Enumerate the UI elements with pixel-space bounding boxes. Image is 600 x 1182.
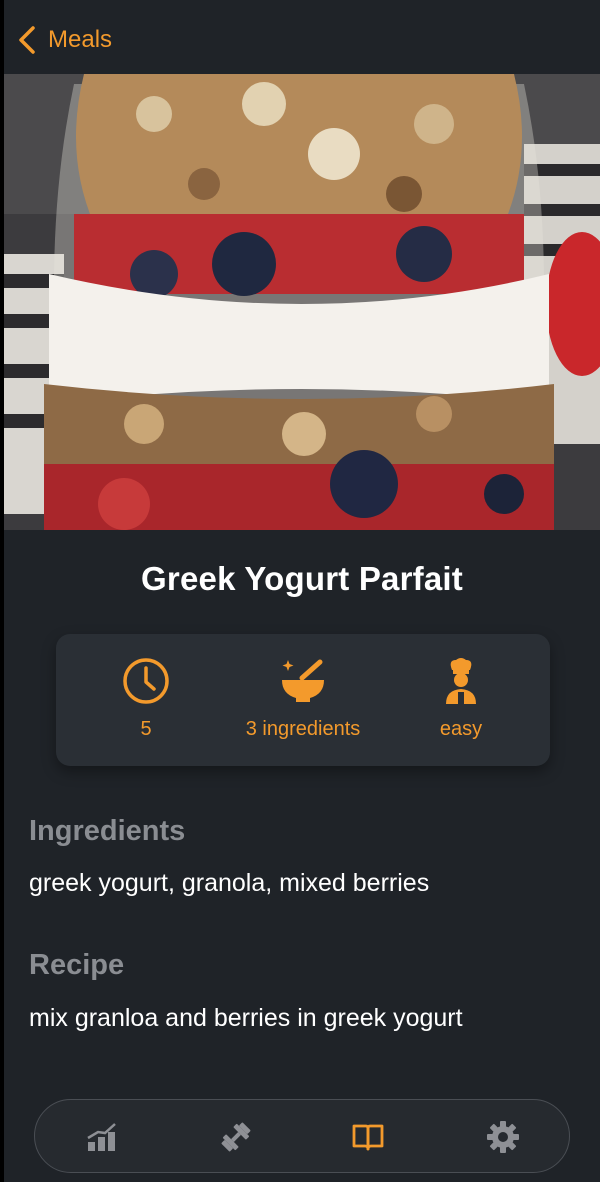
tab-meals[interactable] [347, 1116, 389, 1158]
meal-stats-card: 5 3 ingredients easy [56, 634, 550, 766]
gear-icon [487, 1121, 519, 1153]
meal-photo [4, 74, 600, 530]
back-label: Meals [48, 26, 113, 53]
stat-difficulty: easy [381, 656, 541, 741]
stat-time: 5 [66, 656, 226, 741]
clock-icon [123, 658, 169, 704]
ingredients-text: greek yogurt, granola, mixed berries [29, 869, 430, 897]
recipe-heading: Recipe [29, 949, 125, 981]
book-icon [352, 1124, 384, 1151]
mortar-pestle-icon [282, 659, 324, 702]
tab-settings[interactable] [482, 1116, 524, 1158]
recipe-text: mix granloa and berries in greek yogurt [29, 1004, 463, 1032]
chevron-left-icon [19, 26, 35, 54]
nav-header: Meals [4, 0, 600, 74]
tab-bar [34, 1099, 570, 1173]
stat-difficulty-label: easy [439, 718, 483, 740]
meal-detail-screen: Meals Greek Yogurt Parfait 5 3 ingredien… [4, 0, 600, 1182]
chef-icon [446, 658, 476, 704]
stat-time-label: 5 [140, 718, 152, 740]
meal-title: Greek Yogurt Parfait [141, 560, 463, 597]
chart-icon [87, 1123, 116, 1151]
back-button[interactable]: Meals [16, 20, 112, 60]
ingredients-heading: Ingredients [29, 815, 186, 847]
stat-ingredients-label: 3 ingredients [245, 718, 361, 740]
tab-progress[interactable] [81, 1116, 123, 1158]
dumbbell-icon [221, 1122, 251, 1152]
stat-ingredients: 3 ingredients [223, 656, 383, 741]
tab-workouts[interactable] [215, 1116, 257, 1158]
